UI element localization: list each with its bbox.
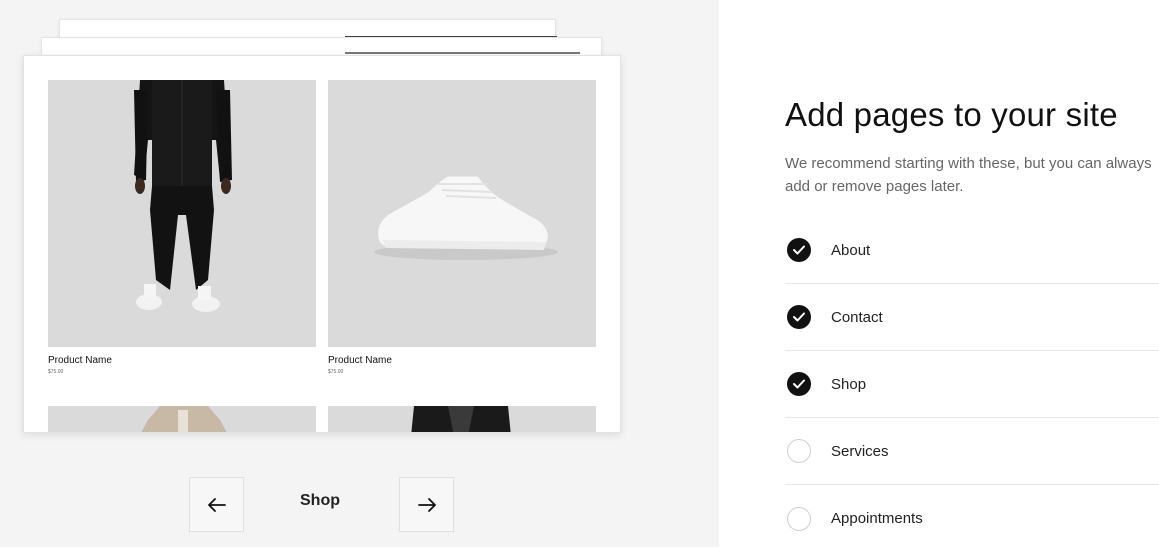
page-option-services[interactable]: Services: [785, 418, 1159, 485]
product-image-sneaker: [328, 80, 596, 347]
page-option-label: About: [831, 241, 871, 259]
page-option-contact[interactable]: Contact: [785, 284, 1159, 351]
arrow-right-icon: [417, 497, 436, 512]
preview-area: Product Name $75.00 Product Name $75.00: [0, 0, 719, 547]
page-selector-panel: Add pages to your site We recommend star…: [719, 0, 1159, 547]
page-option-label: Shop: [831, 375, 867, 393]
arrow-left-icon: [207, 497, 226, 512]
panel-subtitle: We recommend starting with these, but yo…: [785, 155, 1152, 195]
panel-title: Add pages to your site: [785, 96, 1118, 133]
product-card: Product Name $75.00: [328, 80, 596, 375]
checked-icon[interactable]: [787, 238, 811, 262]
page-list: About Contact Shop Services Appointments: [785, 217, 1159, 552]
product-price: $75.00: [328, 369, 344, 375]
checked-icon[interactable]: [787, 305, 811, 329]
unchecked-circle-icon[interactable]: [787, 506, 811, 531]
product-image-leather-jacket: [328, 406, 596, 432]
product-name: Product Name: [328, 355, 392, 366]
product-image-jacket: [48, 406, 316, 432]
product-price: $75.00: [48, 369, 64, 375]
unchecked-circle-icon[interactable]: [787, 439, 811, 463]
next-page-button[interactable]: [399, 477, 454, 532]
product-card: Product Name $75.00: [48, 80, 316, 375]
page-option-label: Services: [831, 442, 889, 460]
checked-icon[interactable]: [787, 372, 811, 396]
previous-page-button[interactable]: [189, 477, 244, 532]
product-card: [328, 406, 596, 432]
page-option-about[interactable]: About: [785, 217, 1159, 284]
product-card: [48, 406, 316, 432]
page-option-appointments[interactable]: Appointments: [785, 485, 1159, 552]
product-image-person: [48, 80, 316, 347]
current-page-label: Shop: [300, 492, 340, 509]
product-name: Product Name: [48, 355, 112, 366]
page-option-label: Appointments: [831, 510, 923, 527]
page-option-shop[interactable]: Shop: [785, 351, 1159, 418]
page-option-label: Contact: [831, 308, 883, 326]
preview-page-shop: Product Name $75.00 Product Name $75.00: [23, 55, 621, 433]
